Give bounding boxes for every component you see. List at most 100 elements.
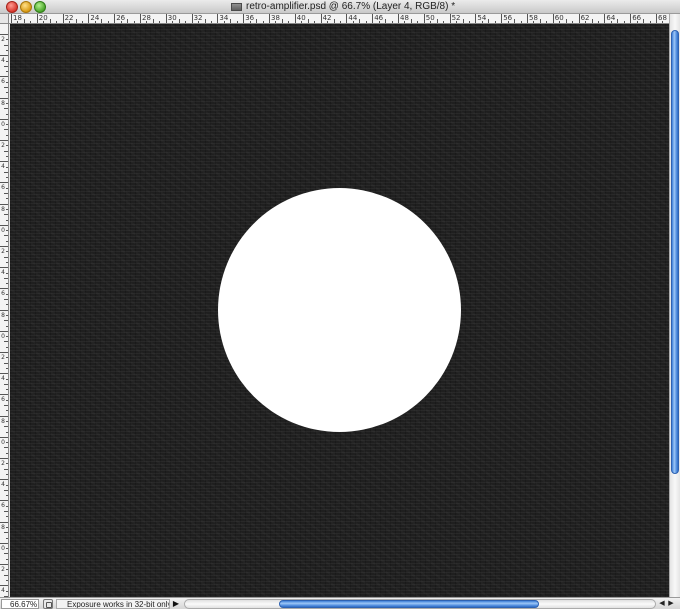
ruler-minor-tick [6, 219, 8, 221]
ruler-minor-tick [6, 102, 8, 104]
ruler-minor-tick [4, 489, 8, 491]
vertical-ruler[interactable]: 246802468024680246802468024 [0, 24, 9, 597]
ruler-major-tick [0, 34, 8, 35]
document-status-icon[interactable] [43, 599, 53, 609]
ruler-minor-tick [4, 108, 8, 110]
ruler-minor-tick [172, 21, 174, 23]
ruler-minor-tick [359, 19, 361, 23]
ruler-major-tick [140, 14, 141, 23]
ruler-minor-tick [4, 171, 8, 173]
ruler-minor-tick [6, 473, 8, 475]
ruler-major-tick [0, 542, 8, 544]
ruler-minor-tick [6, 177, 8, 179]
ruler-minor-tick [494, 21, 496, 23]
vertical-scrollbar[interactable] [669, 14, 680, 597]
ruler-major-tick [578, 14, 580, 23]
ruler-major-tick [398, 14, 399, 23]
ruler-minor-tick [430, 21, 432, 23]
ruler-major-tick [0, 352, 8, 353]
ruler-minor-tick [23, 19, 25, 23]
ruler-minor-tick [417, 21, 419, 23]
ruler-major-tick [0, 330, 8, 332]
ruler-minor-tick [6, 590, 8, 592]
scroll-right-arrow-icon[interactable]: ▶ [666, 599, 676, 609]
ruler-minor-tick [75, 19, 77, 23]
ruler-minor-tick [643, 19, 645, 23]
ruler-major-tick [0, 182, 8, 184]
minimize-window-icon[interactable] [20, 1, 32, 13]
ruler-minor-tick [4, 299, 8, 300]
close-window-icon[interactable] [6, 1, 18, 13]
ruler-major-tick [0, 118, 8, 120]
ruler-minor-tick [6, 516, 8, 518]
ruler-origin[interactable] [0, 14, 9, 24]
ruler-minor-tick [6, 145, 8, 147]
ruler-minor-tick [4, 574, 8, 576]
white-circle-layer[interactable] [218, 188, 461, 432]
ruler-major-tick [36, 14, 38, 23]
ruler-minor-tick [591, 19, 593, 23]
ruler-minor-tick [6, 198, 8, 200]
ruler-minor-tick [4, 320, 8, 322]
document-proxy-icon[interactable] [231, 3, 242, 11]
horizontal-scrollbar[interactable] [184, 599, 656, 609]
ruler-major-tick [0, 161, 8, 163]
ruler-minor-tick [488, 19, 490, 23]
ruler-minor-tick [649, 21, 651, 23]
ruler-major-tick [0, 458, 8, 459]
ruler-minor-tick [6, 208, 8, 210]
ruler-major-tick [0, 224, 8, 226]
ruler-major-tick [0, 140, 8, 141]
ruler-minor-tick [6, 49, 8, 51]
ruler-minor-tick [4, 44, 8, 46]
ruler-minor-tick [352, 21, 354, 23]
ruler-minor-tick [6, 389, 8, 391]
ruler-minor-tick [507, 21, 509, 23]
ruler-minor-tick [4, 65, 8, 67]
ruler-minor-tick [4, 129, 8, 131]
zoom-window-icon[interactable] [34, 1, 46, 13]
ruler-minor-tick [6, 378, 8, 380]
ruler-minor-tick [6, 230, 8, 232]
ruler-minor-tick [4, 362, 8, 364]
ruler-minor-tick [6, 569, 8, 571]
ruler-minor-tick [6, 442, 8, 444]
ruler-major-tick [0, 436, 8, 438]
ruler-major-tick [0, 479, 8, 481]
ruler-minor-tick [6, 526, 8, 528]
horizontal-ruler[interactable]: 18 20 22 24 26 28 30 32 34 36 38 40 42 44 46 48 50 52 54 56… [9, 14, 669, 24]
ruler-minor-tick [133, 21, 135, 23]
horizontal-scroll-thumb[interactable] [279, 600, 539, 608]
ruler-minor-tick [4, 426, 8, 428]
ruler-minor-tick [81, 21, 83, 23]
ruler-major-tick [269, 14, 270, 23]
ruler-minor-tick [4, 532, 8, 534]
ruler-major-tick [0, 394, 8, 396]
ruler-major-tick [552, 14, 554, 23]
ruler-minor-tick [410, 19, 412, 23]
document-canvas[interactable] [10, 24, 669, 597]
ruler-minor-tick [6, 272, 8, 274]
zoom-level-field[interactable]: 66.67% [1, 599, 39, 609]
ruler-major-tick [217, 14, 219, 23]
ruler-minor-tick [4, 341, 8, 343]
ruler-minor-tick [585, 21, 587, 23]
ruler-major-tick [243, 14, 245, 23]
title-bar: retro-amplifier.psd @ 66.7% (Layer 4, RG… [0, 0, 680, 14]
ruler-minor-tick [468, 21, 470, 23]
ruler-minor-tick [533, 21, 535, 23]
ruler-minor-tick [365, 21, 367, 23]
ruler-minor-tick [4, 447, 8, 449]
ruler-minor-tick [6, 71, 8, 73]
ruler-minor-tick [339, 21, 341, 23]
ruler-minor-tick [6, 336, 8, 338]
ruler-minor-tick [559, 21, 561, 23]
ruler-major-tick [0, 309, 8, 311]
ruler-minor-tick [6, 505, 8, 507]
ruler-major-tick [656, 14, 657, 23]
window-title: retro-amplifier.psd @ 66.7% (Layer 4, RG… [246, 1, 456, 12]
vertical-scroll-thumb[interactable] [671, 30, 679, 474]
ruler-major-tick [346, 14, 348, 23]
ruler-minor-tick [6, 548, 8, 550]
play-arrow-icon[interactable]: ▶ [171, 599, 181, 609]
